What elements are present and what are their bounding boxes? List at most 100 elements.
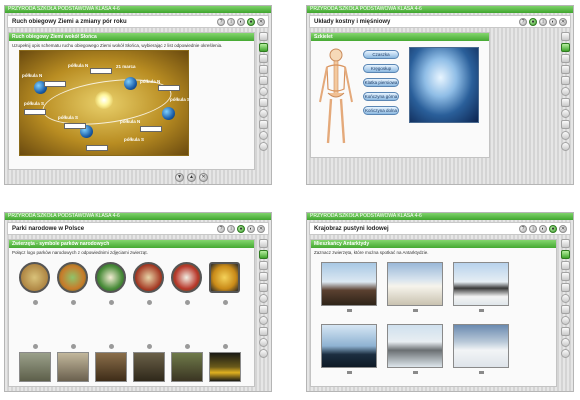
toggle-button[interactable]: ◐ xyxy=(237,18,245,26)
select-marker[interactable] xyxy=(347,309,352,312)
animal-photo[interactable] xyxy=(321,324,377,368)
answer-field[interactable] xyxy=(158,85,180,91)
active-button[interactable]: ● xyxy=(247,18,255,26)
tool-icon[interactable] xyxy=(561,250,570,259)
tool-icon[interactable] xyxy=(259,109,268,118)
animal-photo[interactable] xyxy=(171,352,203,382)
connect-point[interactable] xyxy=(223,344,228,349)
tool-icon[interactable] xyxy=(561,338,570,347)
animal-photo[interactable] xyxy=(57,352,89,382)
answer-field[interactable] xyxy=(90,68,112,74)
tool-icon[interactable] xyxy=(561,349,570,358)
park-logo[interactable] xyxy=(95,262,126,293)
toggle-button[interactable]: ◐ xyxy=(247,225,255,233)
active-button[interactable]: ● xyxy=(529,18,537,26)
animal-photo[interactable] xyxy=(387,324,443,368)
answer-field[interactable] xyxy=(86,145,108,151)
tool-icon[interactable] xyxy=(259,250,268,259)
toggle-button[interactable]: ◐ xyxy=(539,225,547,233)
tool-icon[interactable] xyxy=(259,261,268,270)
active-button[interactable]: ● xyxy=(549,225,557,233)
tool-icon[interactable] xyxy=(259,43,268,52)
park-logo[interactable] xyxy=(19,262,50,293)
tool-icon[interactable] xyxy=(561,142,570,151)
tool-icon[interactable] xyxy=(259,131,268,140)
close-button[interactable]: ✕ xyxy=(257,225,265,233)
tool-icon[interactable] xyxy=(561,131,570,140)
connect-point[interactable] xyxy=(185,300,190,305)
connect-point[interactable] xyxy=(223,300,228,305)
select-marker[interactable] xyxy=(413,309,418,312)
tool-icon[interactable] xyxy=(259,305,268,314)
tool-icon[interactable] xyxy=(259,338,268,347)
tool-icon[interactable] xyxy=(259,54,268,63)
info-button[interactable]: i xyxy=(227,225,235,233)
connect-point[interactable] xyxy=(147,300,152,305)
connect-point[interactable] xyxy=(109,344,114,349)
connect-point[interactable] xyxy=(33,300,38,305)
close-button[interactable]: ✕ xyxy=(199,173,208,182)
tool-icon[interactable] xyxy=(561,87,570,96)
bone-option-button[interactable]: Kręgosłup xyxy=(363,64,399,73)
up-button[interactable]: ▲ xyxy=(187,173,196,182)
tool-icon[interactable] xyxy=(259,87,268,96)
info-button[interactable]: i xyxy=(529,225,537,233)
close-button[interactable]: ✕ xyxy=(257,18,265,26)
tool-icon[interactable] xyxy=(561,316,570,325)
tool-icon[interactable] xyxy=(259,142,268,151)
tool-icon[interactable] xyxy=(259,327,268,336)
select-marker[interactable] xyxy=(347,371,352,374)
tool-icon[interactable] xyxy=(561,272,570,281)
park-logo[interactable] xyxy=(209,262,240,293)
tool-icon[interactable] xyxy=(561,98,570,107)
animal-photo[interactable] xyxy=(387,262,443,306)
bone-option-button[interactable]: Kończyna dolna xyxy=(363,106,399,115)
tool-icon[interactable] xyxy=(259,120,268,129)
connect-point[interactable] xyxy=(147,344,152,349)
connect-point[interactable] xyxy=(71,344,76,349)
tool-icon[interactable] xyxy=(561,65,570,74)
park-logo[interactable] xyxy=(57,262,88,293)
bone-option-button[interactable]: Czaszka xyxy=(363,50,399,59)
animal-photo[interactable] xyxy=(95,352,127,382)
tool-icon[interactable] xyxy=(561,120,570,129)
connect-point[interactable] xyxy=(109,300,114,305)
animal-photo[interactable] xyxy=(19,352,51,382)
tool-icon[interactable] xyxy=(561,294,570,303)
tool-icon[interactable] xyxy=(259,349,268,358)
tool-icon[interactable] xyxy=(561,283,570,292)
connect-point[interactable] xyxy=(71,300,76,305)
answer-field[interactable] xyxy=(24,109,46,115)
tool-icon[interactable] xyxy=(561,43,570,52)
help-button[interactable]: ? xyxy=(519,18,527,26)
park-logo[interactable] xyxy=(171,262,202,293)
tool-icon[interactable] xyxy=(259,316,268,325)
animal-photo[interactable] xyxy=(209,352,241,382)
active-button[interactable]: ● xyxy=(237,225,245,233)
tool-icon[interactable] xyxy=(259,32,268,41)
info-button[interactable]: i xyxy=(539,18,547,26)
help-button[interactable]: ? xyxy=(217,18,225,26)
animal-photo[interactable] xyxy=(321,262,377,306)
answer-field[interactable] xyxy=(64,123,86,129)
tool-icon[interactable] xyxy=(259,76,268,85)
tool-icon[interactable] xyxy=(259,65,268,74)
connect-point[interactable] xyxy=(33,344,38,349)
tool-icon[interactable] xyxy=(259,283,268,292)
answer-field[interactable] xyxy=(44,81,66,87)
bone-option-button[interactable]: Klatka piersiowa xyxy=(363,78,399,87)
select-marker[interactable] xyxy=(479,309,484,312)
tool-icon[interactable] xyxy=(561,109,570,118)
tool-icon[interactable] xyxy=(561,32,570,41)
help-button[interactable]: ? xyxy=(217,225,225,233)
bone-option-button[interactable]: Kończyna górna xyxy=(363,92,399,101)
select-marker[interactable] xyxy=(479,371,484,374)
animal-photo[interactable] xyxy=(453,324,509,368)
answer-field[interactable] xyxy=(140,126,162,132)
tool-icon[interactable] xyxy=(561,76,570,85)
connect-point[interactable] xyxy=(185,344,190,349)
toggle-button[interactable]: ◐ xyxy=(549,18,557,26)
tool-icon[interactable] xyxy=(259,239,268,248)
info-button[interactable]: i xyxy=(227,18,235,26)
tool-icon[interactable] xyxy=(259,98,268,107)
